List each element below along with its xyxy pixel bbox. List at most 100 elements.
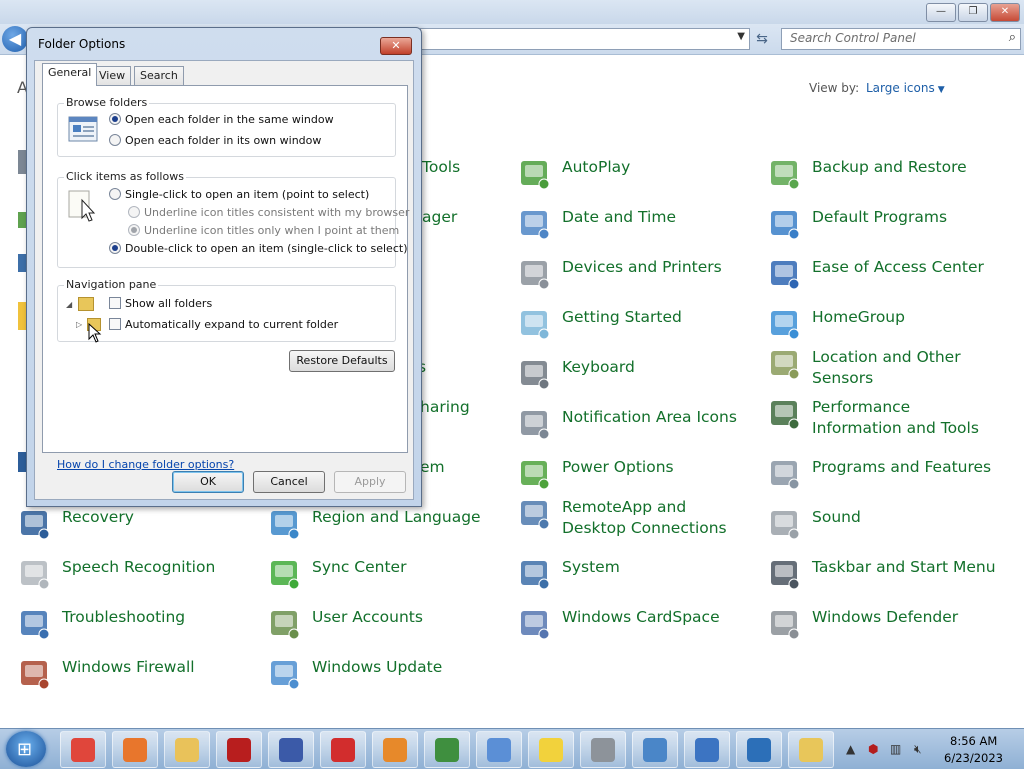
plane-icon[interactable] xyxy=(476,731,522,768)
search-input[interactable]: Search Control Panel ⌕ xyxy=(781,28,1021,50)
cp-item-default-programs[interactable]: Default Programs xyxy=(768,207,1008,253)
double-click-option[interactable]: Double-click to open an item (single-cli… xyxy=(109,242,407,255)
cp-item-devices-and-printers[interactable]: Devices and Printers xyxy=(518,257,758,303)
start-button[interactable]: ⊞ xyxy=(6,731,46,767)
chart-app-icon[interactable] xyxy=(424,731,470,768)
firefox-icon[interactable] xyxy=(112,731,158,768)
remote-icon[interactable] xyxy=(268,731,314,768)
navigation-pane-title: Navigation pane xyxy=(64,278,159,291)
ease-of-access-icon xyxy=(768,257,802,291)
cp-item-date-and-time[interactable]: Date and Time xyxy=(518,207,758,253)
display-icon[interactable] xyxy=(736,731,782,768)
cp-item-ease-of-access-center[interactable]: Ease of Access Center xyxy=(768,257,1008,303)
taskbar-app-glyph xyxy=(435,738,459,762)
autoplay-icon xyxy=(518,157,552,191)
cp-item-troubleshooting[interactable]: Troubleshooting xyxy=(18,607,258,653)
network-icon[interactable]: ▥ xyxy=(890,742,901,756)
volume-muted-icon[interactable]: 🔇︎ xyxy=(914,742,922,757)
redapp-icon[interactable] xyxy=(216,731,262,768)
radio-unselected[interactable] xyxy=(109,188,121,200)
minimize-button[interactable]: — xyxy=(926,3,956,22)
auto-expand-option[interactable]: Automatically expand to current folder xyxy=(109,318,338,331)
cp-item-taskbar-and-start-menu[interactable]: Taskbar and Start Menu xyxy=(768,557,1008,603)
restore-defaults-button[interactable]: Restore Defaults xyxy=(289,350,395,372)
address-bar[interactable]: ▼ xyxy=(420,28,750,50)
cp-item-partial[interactable]: Tools xyxy=(422,158,460,176)
cp-item-getting-started[interactable]: Getting Started xyxy=(518,307,758,353)
open-same-window-option[interactable]: Open each folder in the same window xyxy=(109,113,334,126)
tab-search[interactable]: Search xyxy=(134,66,184,85)
explorer-icon[interactable] xyxy=(164,731,210,768)
microphone-icon xyxy=(18,557,52,591)
dialog-title: Folder Options xyxy=(38,37,126,51)
cp-item-remoteapp-and-desktop-connections[interactable]: RemoteApp and Desktop Connections xyxy=(518,497,758,543)
cp-item-region-and-language[interactable]: Region and Language xyxy=(268,507,508,553)
ok-button[interactable]: OK xyxy=(172,471,244,493)
clock-time[interactable]: 8:56 AM xyxy=(950,734,997,748)
click-items-group: Click items as follows Single-click to o… xyxy=(57,170,409,268)
cp-item-partial[interactable]: em xyxy=(420,458,445,476)
cp-item-recovery[interactable]: Recovery xyxy=(18,507,258,553)
taskbar-app-glyph xyxy=(643,738,667,762)
radio-disabled xyxy=(128,206,140,218)
cp-item-user-accounts[interactable]: User Accounts xyxy=(268,607,508,653)
dialog-close-button[interactable]: ✕ xyxy=(380,37,412,55)
cp-item-sound[interactable]: Sound xyxy=(768,507,1008,553)
radio-unselected[interactable] xyxy=(109,134,121,146)
checkbox-unchecked[interactable] xyxy=(109,318,121,330)
cp-item-windows-firewall[interactable]: Windows Firewall xyxy=(18,657,258,703)
cp-item-backup-and-restore[interactable]: Backup and Restore xyxy=(768,157,1008,203)
cp-item-partial[interactable]: haring xyxy=(420,398,470,416)
printer-icon[interactable] xyxy=(580,731,626,768)
cp-item-performance-information-and-tools[interactable]: Performance Information and Tools xyxy=(768,397,1008,443)
tray-expand-icon[interactable]: ▲ xyxy=(846,742,855,756)
clock-date[interactable]: 6/23/2023 xyxy=(944,751,1003,765)
view-by-value: Large icons xyxy=(866,81,935,95)
search-placeholder: Search Control Panel xyxy=(790,31,916,45)
restore-button[interactable]: ❐ xyxy=(958,3,988,22)
radio-selected[interactable] xyxy=(109,113,121,125)
window-titlebar xyxy=(0,0,1024,24)
tab-pane-general: Browse folders Open each folder in the s… xyxy=(42,85,409,471)
cp-item-windows-update[interactable]: Windows Update xyxy=(268,657,508,703)
show-all-folders-option[interactable]: Show all folders xyxy=(109,297,212,310)
back-button[interactable]: ◀ xyxy=(2,26,28,52)
pdf-icon[interactable] xyxy=(528,731,574,768)
taskbar-app-glyph xyxy=(279,738,303,762)
cp-item-keyboard[interactable]: Keyboard xyxy=(518,357,758,403)
single-click-option[interactable]: Single-click to open an item (point to s… xyxy=(109,188,369,201)
cp-item-system[interactable]: System xyxy=(518,557,758,603)
cp-item-notification-area-icons[interactable]: Notification Area Icons xyxy=(518,407,758,453)
checkbox-unchecked[interactable] xyxy=(109,297,121,309)
globe-icon xyxy=(268,507,302,541)
cp-item-windows-cardspace[interactable]: Windows CardSpace xyxy=(518,607,758,653)
radio-selected[interactable] xyxy=(109,242,121,254)
cancel-button[interactable]: Cancel xyxy=(253,471,325,493)
network-icon[interactable] xyxy=(632,731,678,768)
view-by-dropdown[interactable]: Large icons ▼ xyxy=(866,81,945,95)
taskbar-app-glyph xyxy=(799,738,823,762)
cp-item-programs-and-features[interactable]: Programs and Features xyxy=(768,457,1008,503)
cp-item-label: Windows Update xyxy=(312,658,443,676)
address-dropdown-icon[interactable]: ▼ xyxy=(737,31,745,42)
chrome-icon[interactable] xyxy=(60,731,106,768)
monitor-icon[interactable] xyxy=(684,731,730,768)
recorder-icon[interactable] xyxy=(320,731,366,768)
open-own-window-option[interactable]: Open each folder in its own window xyxy=(109,134,321,147)
taskbar-app-glyph xyxy=(591,738,615,762)
cp-item-sync-center[interactable]: Sync Center xyxy=(268,557,508,603)
cp-item-speech-recognition[interactable]: Speech Recognition xyxy=(18,557,258,603)
tray-app-icon[interactable]: ⬢ xyxy=(868,742,878,756)
cp-item-partial[interactable]: ager xyxy=(422,208,457,226)
tab-view[interactable]: View xyxy=(93,66,132,85)
close-button[interactable]: ✕ xyxy=(990,3,1020,22)
folder-options-icon[interactable] xyxy=(788,731,834,768)
refresh-button[interactable]: ⇆ xyxy=(752,29,772,49)
cp-item-location-and-other-sensors[interactable]: Location and Other Sensors xyxy=(768,347,1008,393)
cp-item-windows-defender[interactable]: Windows Defender xyxy=(768,607,1008,653)
search-tool-icon[interactable] xyxy=(372,731,418,768)
search-icon[interactable]: ⌕ xyxy=(1009,30,1016,45)
cp-item-autoplay[interactable]: AutoPlay xyxy=(518,157,758,203)
tab-general[interactable]: General xyxy=(42,63,98,86)
help-link[interactable]: How do I change folder options? xyxy=(57,458,234,471)
